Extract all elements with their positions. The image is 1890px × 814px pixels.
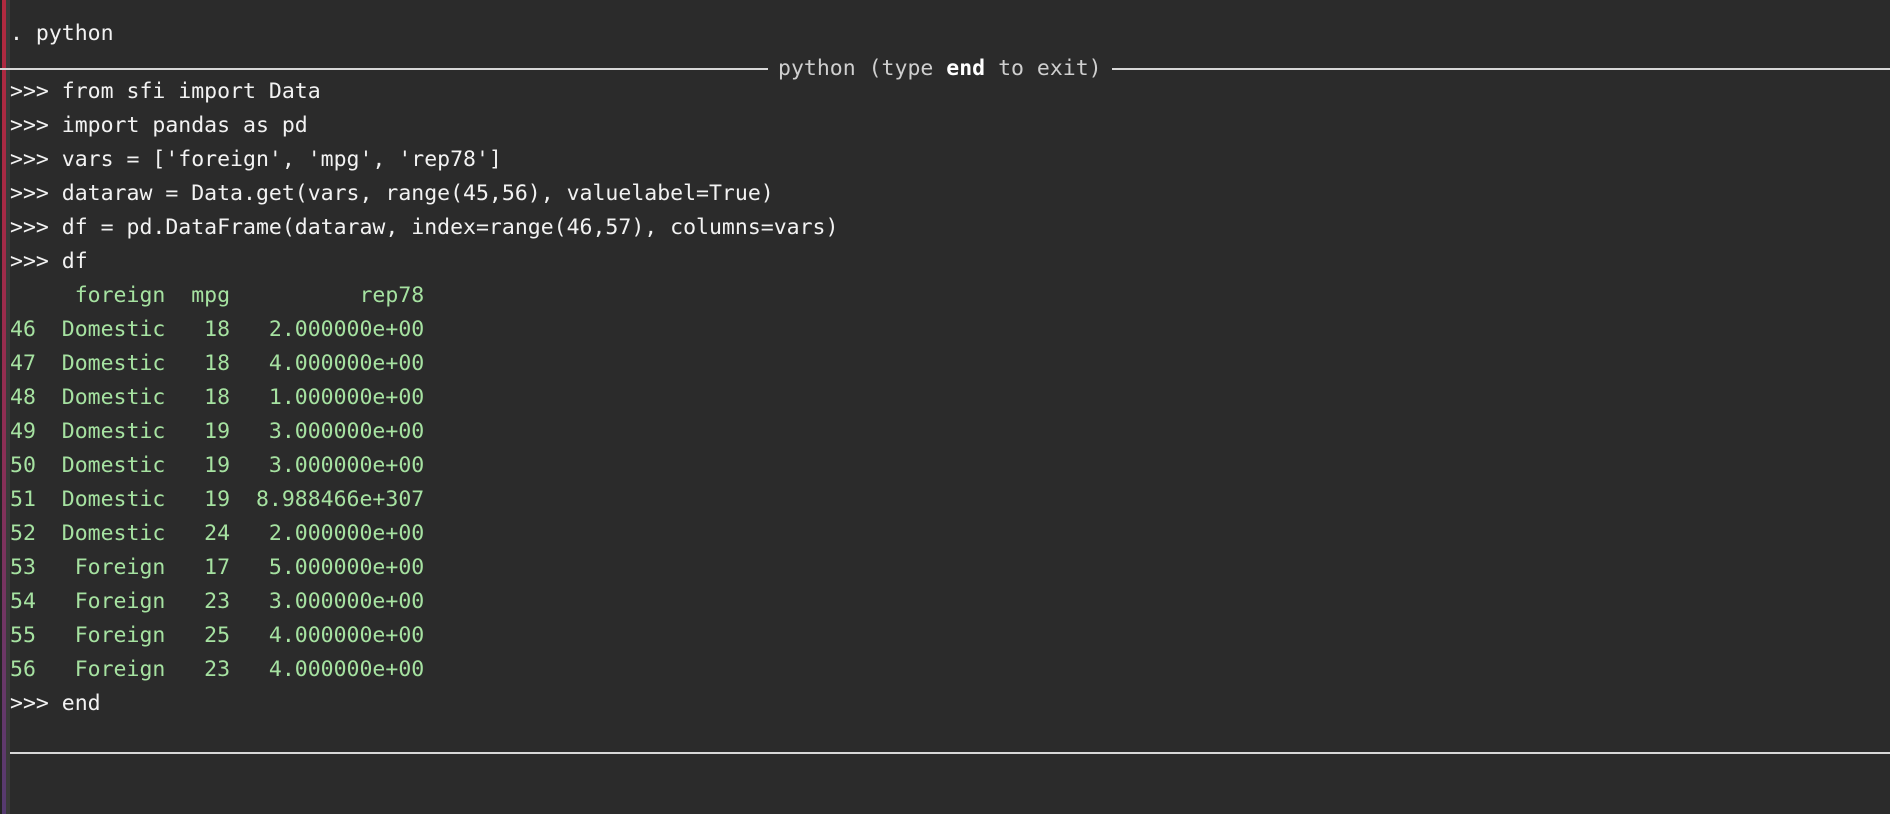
console-line-command: >>> dataraw = Data.get(vars, range(45,56…	[10, 181, 774, 206]
dataframe-row: 55 Foreign 25 4.000000e+00	[10, 623, 425, 648]
dataframe-row: 49 Domestic 19 3.000000e+00	[10, 419, 425, 444]
dataframe-row: 53 Foreign 17 5.000000e+00	[10, 555, 425, 580]
console-line-command: >>> df = pd.DataFrame(dataraw, index=ran…	[10, 215, 839, 240]
dataframe-row: 56 Foreign 23 4.000000e+00	[10, 657, 425, 682]
stata-python-terminal[interactable]: . python python (type end to exit) >>> f…	[0, 0, 1890, 814]
console-line-command: >>> vars = ['foreign', 'mpg', 'rep78']	[10, 147, 502, 172]
console-line-command: >>> from sfi import Data	[10, 79, 321, 104]
dataframe-row: 52 Domestic 24 2.000000e+00	[10, 521, 425, 546]
dataframe-row: 48 Domestic 18 1.000000e+00	[10, 385, 425, 410]
console-line-command: >>> import pandas as pd	[10, 113, 308, 138]
dataframe-row: 54 Foreign 23 3.000000e+00	[10, 589, 425, 614]
dataframe-row: 47 Domestic 18 4.000000e+00	[10, 351, 425, 376]
dataframe-header-row: foreign mpg rep78	[10, 283, 425, 308]
header-rule-left	[0, 68, 768, 70]
dataframe-row: 50 Domestic 19 3.000000e+00	[10, 453, 425, 478]
dataframe-row: 51 Domestic 19 8.988466e+307	[10, 487, 425, 512]
header-rule-right	[1111, 68, 1890, 70]
console-output-area[interactable]: >>> from sfi import Data >>> import pand…	[10, 75, 1890, 721]
stata-command-line: . python	[10, 21, 114, 46]
console-line-command: >>> df	[10, 249, 88, 274]
console-line-end-command: >>> end	[10, 691, 101, 716]
dataframe-row: 46 Domestic 18 2.000000e+00	[10, 317, 425, 342]
bottom-divider	[10, 752, 1890, 754]
